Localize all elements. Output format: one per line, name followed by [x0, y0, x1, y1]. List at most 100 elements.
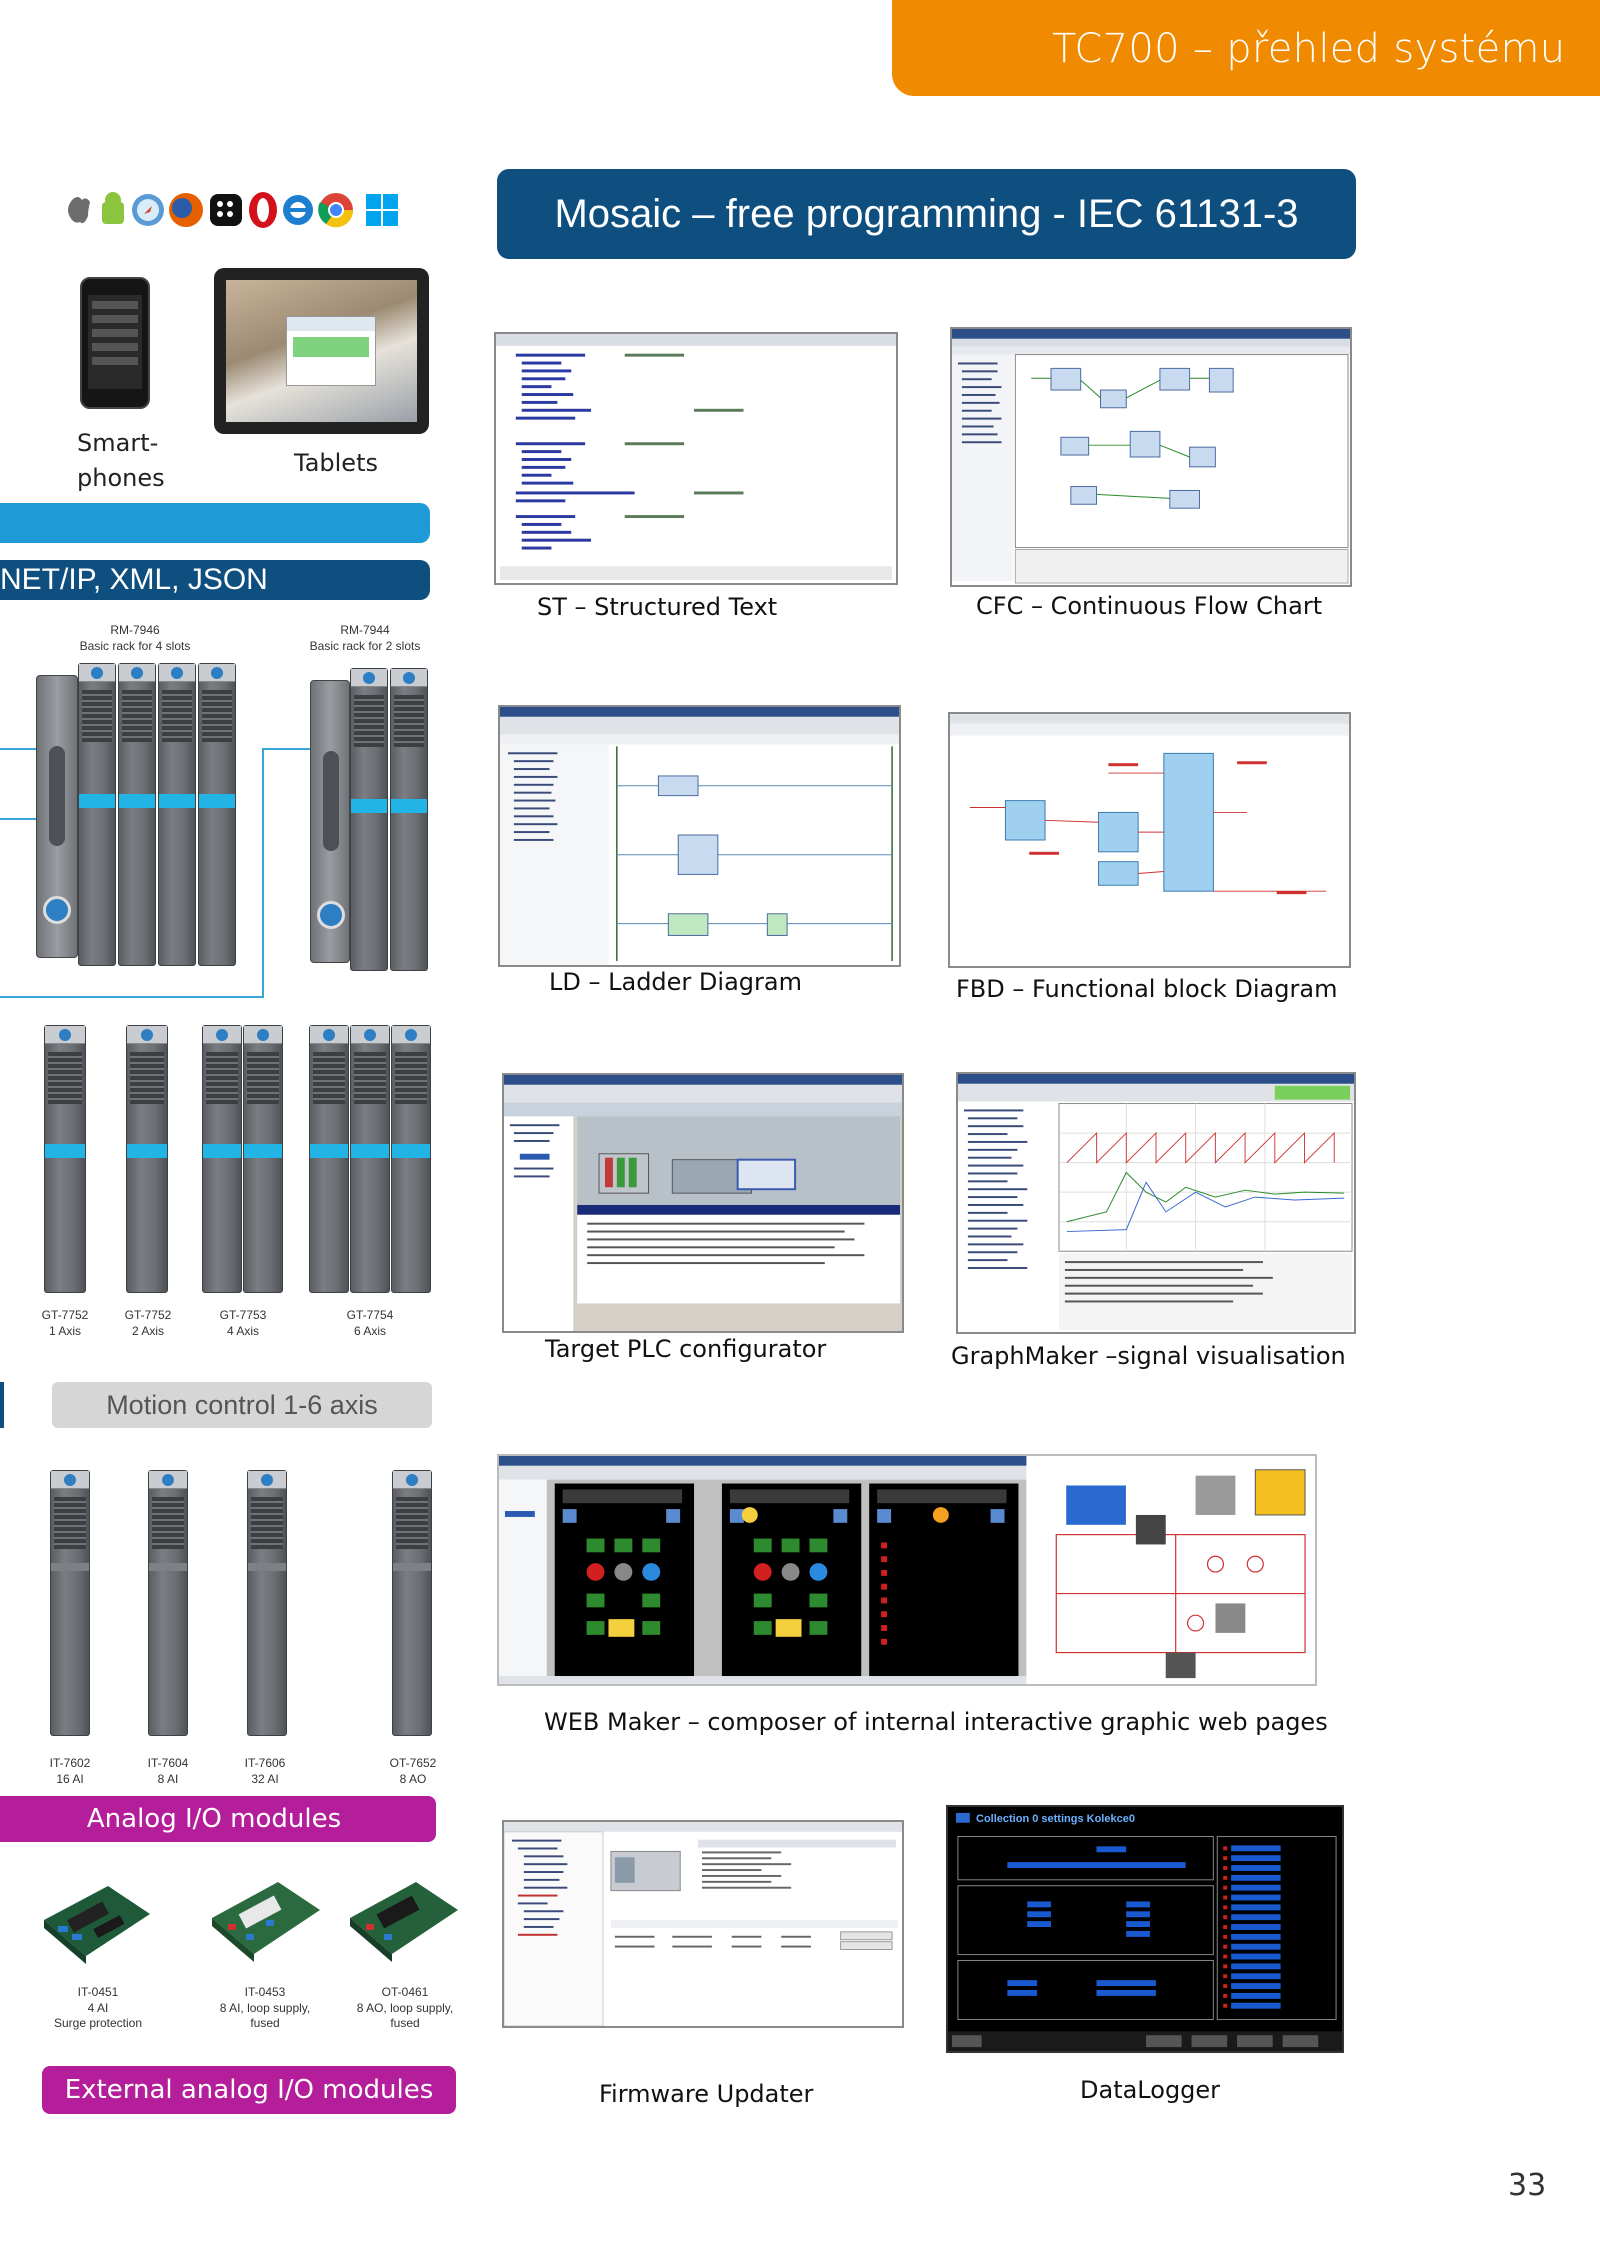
external-module-image	[206, 1876, 324, 1966]
page-number: 33	[1508, 2168, 1547, 2203]
connector-line	[0, 748, 36, 750]
module-model: OT-7652	[389, 1756, 437, 1770]
analog-label: IT-7604 8 AI	[133, 1756, 203, 1787]
ie-icon	[283, 195, 313, 225]
graphmaker-caption: GraphMaker –signal visualisation	[951, 1342, 1346, 1370]
module-desc: 8 AI, loop supply,	[219, 2000, 311, 2015]
analog-io-label: Analog I/O modules	[86, 1804, 342, 1834]
external-analog-io-bar: External analog I/O modules	[42, 2066, 456, 2114]
module-model: OT-0461	[381, 1985, 429, 1999]
target-caption: Target PLC configurator	[545, 1335, 827, 1363]
analog-module	[247, 1470, 287, 1736]
analog-io-bar: Analog I/O modules	[0, 1796, 436, 1842]
tablet-image	[214, 268, 429, 434]
fbd-caption: FBD – Functional block Diagram	[956, 975, 1338, 1003]
mosaic-banner: Mosaic – free programming - IEC 61131-3	[497, 169, 1356, 259]
browser-icons-row	[58, 188, 426, 232]
ld-caption: LD – Ladder Diagram	[549, 968, 802, 996]
smartphones-label-line1: Smart-	[77, 429, 159, 457]
external-label: IT-0451 4 AI Surge protection	[28, 1985, 168, 2032]
smartphone-image	[80, 277, 150, 409]
external-label: IT-0453 8 AI, loop supply, fused	[195, 1985, 335, 2032]
datalogger-screenshot: Collection 0 settings Kolekce0	[946, 1805, 1344, 2053]
rack-desc: Basic rack for 4 slots	[79, 638, 191, 653]
module-model: GT-7753	[219, 1308, 267, 1322]
motion-control-label: Motion control 1-6 axis	[106, 1389, 378, 1420]
rack-rm-7946	[36, 663, 236, 968]
module-desc: fused	[250, 2016, 280, 2031]
motion-module	[309, 1025, 349, 1293]
rack-desc: Basic rack for 2 slots	[309, 638, 421, 653]
cfc-caption: CFC – Continuous Flow Chart	[976, 592, 1323, 620]
external-label: OT-0461 8 AO, loop supply, fused	[335, 1985, 475, 2032]
module-desc: 4 AI	[87, 2000, 109, 2015]
analog-label: IT-7606 32 AI	[230, 1756, 300, 1787]
rack-label-1: RM-7946 Basic rack for 4 slots	[60, 623, 210, 654]
connector-line	[0, 818, 36, 820]
external-analog-io-label: External analog I/O modules	[64, 2075, 434, 2105]
analog-module	[148, 1470, 188, 1736]
smartphones-label: Smart- phones	[77, 426, 165, 496]
analog-module	[392, 1470, 432, 1736]
module-desc: fused	[390, 2016, 420, 2031]
rack-model: RM-7946	[110, 623, 160, 637]
module-model: IT-7604	[147, 1756, 189, 1770]
fbd-screenshot	[948, 712, 1351, 968]
blackberry-icon	[210, 194, 242, 226]
motion-control-bar: Motion control 1-6 axis	[52, 1382, 432, 1428]
mosaic-banner-title: Mosaic – free programming - IEC 61131-3	[554, 191, 1299, 236]
module-desc: 8 AO	[399, 1771, 427, 1786]
firmware-caption: Firmware Updater	[599, 2080, 814, 2108]
windows-icon	[366, 194, 398, 226]
graphmaker-screenshot	[956, 1072, 1356, 1334]
opera-icon	[249, 192, 277, 228]
webmaker-caption: WEB Maker – composer of internal interac…	[544, 1708, 1328, 1736]
rack-model: RM-7944	[340, 623, 390, 637]
motion-module	[243, 1025, 283, 1293]
connector-line	[262, 748, 264, 998]
module-desc: 16 AI	[56, 1771, 84, 1786]
motion-module	[350, 1025, 390, 1293]
module-model: IT-7602	[49, 1756, 91, 1770]
ld-screenshot	[498, 705, 901, 967]
datalogger-caption: DataLogger	[1080, 2076, 1221, 2104]
module-desc: 1 Axis	[48, 1323, 81, 1338]
analog-label: OT-7652 8 AO	[378, 1756, 448, 1787]
target-screenshot	[502, 1073, 904, 1333]
firefox-icon	[169, 193, 203, 227]
tablets-label: Tablets	[294, 449, 378, 477]
external-module-image	[38, 1880, 154, 1968]
module-desc: 4 Axis	[226, 1323, 259, 1338]
rack-label-2: RM-7944 Basic rack for 2 slots	[290, 623, 440, 654]
module-model: IT-0451	[77, 1985, 119, 1999]
module-model: GT-7754	[346, 1308, 394, 1322]
safari-icon	[132, 194, 164, 226]
rack-rm-7944	[310, 668, 430, 973]
motion-label: GT-7752 1 Axis	[30, 1308, 100, 1339]
module-model: IT-7606	[244, 1756, 286, 1770]
module-desc: 8 AO, loop supply,	[356, 2000, 454, 2015]
motion-label: GT-7752 2 Axis	[113, 1308, 183, 1339]
module-model: GT-7752	[124, 1308, 172, 1322]
motion-module	[44, 1025, 86, 1293]
external-module-image	[344, 1876, 462, 1966]
st-caption: ST – Structured Text	[537, 593, 778, 621]
cfc-screenshot	[950, 327, 1352, 587]
motion-module	[126, 1025, 168, 1293]
protocols-bar-label: NET/IP, XML, JSON	[0, 563, 268, 596]
st-screenshot	[494, 332, 898, 585]
page-header-title: TC700 – přehled systému	[1052, 26, 1566, 72]
motion-module	[202, 1025, 242, 1293]
android-icon	[102, 192, 124, 224]
analog-label: IT-7602 16 AI	[35, 1756, 105, 1787]
webmaker-screenshot	[497, 1454, 1317, 1686]
connector-line	[262, 748, 312, 750]
module-desc: 32 AI	[251, 1771, 279, 1786]
page-header: TC700 – přehled systému	[892, 0, 1600, 96]
apple-icon	[68, 197, 90, 224]
module-desc: 6 Axis	[353, 1323, 386, 1338]
module-desc: Surge protection	[53, 2016, 143, 2031]
module-model: GT-7752	[41, 1308, 89, 1322]
motion-label: GT-7753 4 Axis	[208, 1308, 278, 1339]
cyan-bar	[0, 503, 430, 543]
